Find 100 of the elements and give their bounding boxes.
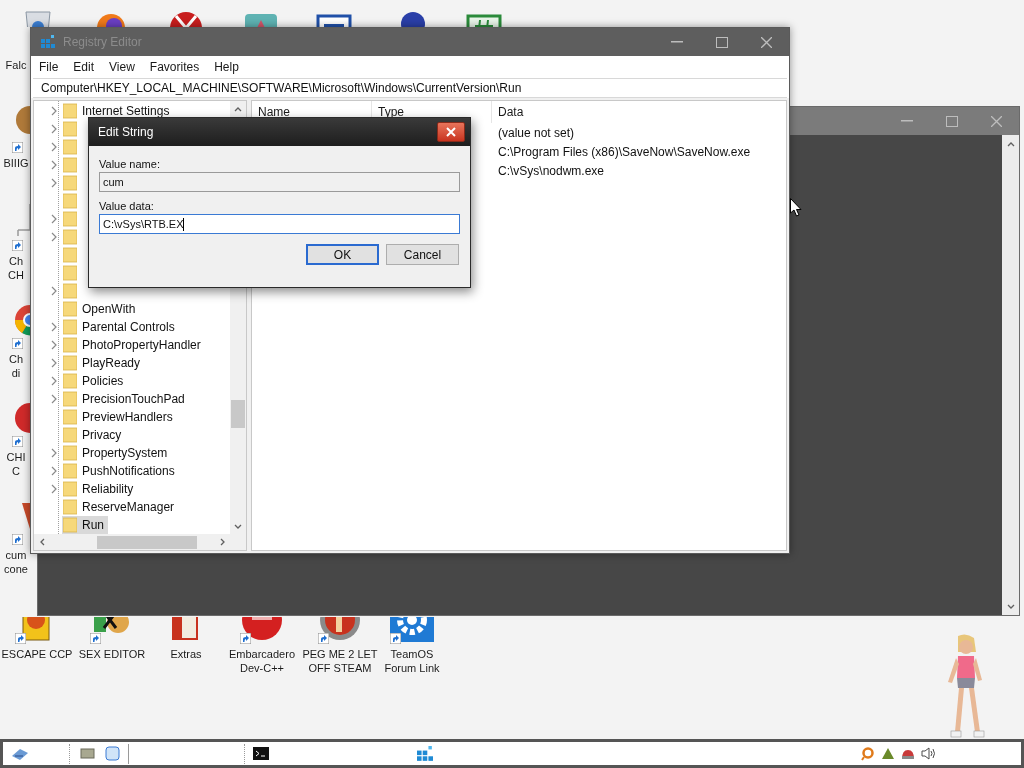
field-label: Value data: bbox=[99, 199, 155, 214]
expand-arrow-icon[interactable] bbox=[50, 394, 58, 404]
icon-label: PEG ME 2 LET OFF STEAM bbox=[302, 647, 378, 675]
expand-arrow-icon[interactable] bbox=[50, 448, 58, 458]
tree-item[interactable]: Policies bbox=[62, 372, 128, 390]
tree-item[interactable]: Run bbox=[62, 516, 108, 534]
table-cell-text: C:\vSys\nodwm.exe bbox=[498, 162, 605, 180]
registry-icon bbox=[41, 35, 55, 49]
close-icon bbox=[991, 115, 1002, 127]
folder-icon bbox=[63, 229, 77, 245]
expand-arrow-icon[interactable] bbox=[50, 340, 58, 350]
icon-label: Embarcadero Dev-C++ bbox=[227, 647, 296, 675]
tree-item[interactable]: Internet Settings bbox=[62, 102, 174, 120]
expand-arrow-icon[interactable] bbox=[50, 178, 58, 188]
folder-icon bbox=[63, 283, 77, 299]
scrollbar-thumb[interactable] bbox=[231, 400, 245, 428]
text-field[interactable]: C:\vSys\RTB.EX bbox=[99, 214, 460, 234]
scrollbar[interactable] bbox=[1002, 135, 1019, 615]
menu-item[interactable]: File bbox=[39, 58, 59, 76]
icon-label: cum cone bbox=[3, 548, 29, 576]
tree-item[interactable]: PropertySystem bbox=[62, 444, 172, 462]
icon-label: ESCAPE CCP bbox=[0, 647, 74, 661]
maximize-icon bbox=[715, 36, 728, 48]
folder-icon bbox=[63, 499, 77, 515]
address-bar[interactable]: Computer\HKEY_LOCAL_MACHINE\SOFTWARE\Microsoft\Windows\CurrentVersion\Run bbox=[33, 78, 787, 98]
folder-icon bbox=[63, 121, 77, 137]
icon-label: CHI C bbox=[5, 450, 27, 478]
start-icon[interactable] bbox=[11, 746, 29, 761]
expand-arrow-icon[interactable] bbox=[50, 160, 58, 170]
icon-label: Extras bbox=[169, 647, 203, 661]
maximize-icon bbox=[945, 115, 958, 127]
dome-icon[interactable] bbox=[901, 747, 915, 760]
icon-label: BIIIG bbox=[2, 156, 30, 170]
close-icon bbox=[446, 127, 456, 137]
expand-arrow-icon[interactable] bbox=[50, 232, 58, 242]
folder-icon bbox=[63, 193, 77, 209]
console-icon[interactable] bbox=[253, 747, 269, 760]
scrollbar[interactable] bbox=[34, 534, 246, 550]
tree-item[interactable]: PlayReady bbox=[62, 354, 145, 372]
text-field[interactable]: cum bbox=[99, 172, 460, 192]
expand-arrow-icon[interactable] bbox=[50, 322, 58, 332]
dialog-button[interactable]: Cancel bbox=[386, 244, 459, 265]
warning-icon[interactable] bbox=[881, 747, 895, 760]
folder-icon bbox=[63, 355, 77, 371]
folder-icon bbox=[63, 427, 77, 443]
tree-item[interactable]: ReserveManager bbox=[62, 498, 179, 516]
registry-icon[interactable] bbox=[417, 745, 433, 762]
menu-item[interactable]: Help bbox=[214, 58, 239, 76]
tree-item[interactable]: PreviewHandlers bbox=[62, 408, 177, 426]
folder-icon bbox=[63, 481, 77, 497]
tree-item[interactable]: PushNotifications bbox=[62, 462, 179, 480]
expand-arrow-icon[interactable] bbox=[50, 484, 58, 494]
folder-icon bbox=[63, 247, 77, 263]
expand-arrow-icon[interactable] bbox=[50, 106, 58, 116]
speaker-icon[interactable] bbox=[921, 747, 936, 760]
folder-icon bbox=[63, 337, 77, 353]
expand-arrow-icon[interactable] bbox=[50, 376, 58, 386]
tree-item[interactable]: PrecisionTouchPad bbox=[62, 390, 189, 408]
icon-label: Ch CH bbox=[7, 254, 25, 282]
column-header[interactable]: Data bbox=[492, 101, 786, 123]
icon-label: Falc bbox=[4, 58, 28, 72]
icon-label: Ch di bbox=[7, 352, 25, 380]
dialog-title: Edit String bbox=[98, 124, 154, 141]
menu-item[interactable]: Favorites bbox=[149, 58, 200, 76]
folder-icon bbox=[63, 409, 77, 425]
close-button[interactable] bbox=[437, 122, 465, 142]
ring-icon[interactable] bbox=[861, 746, 875, 761]
tree-item[interactable]: Parental Controls bbox=[62, 318, 179, 336]
folder-icon bbox=[63, 445, 77, 461]
tree-item[interactable]: OpenWith bbox=[62, 300, 140, 318]
minimize-icon bbox=[670, 41, 683, 43]
folder-icon bbox=[63, 157, 77, 173]
dialog-button[interactable]: OK bbox=[306, 244, 379, 265]
menu-item[interactable]: Edit bbox=[73, 58, 95, 76]
tree-item[interactable]: Privacy bbox=[62, 426, 126, 444]
folder-icon bbox=[63, 103, 77, 119]
minimize-icon bbox=[900, 120, 913, 122]
expand-arrow-icon[interactable] bbox=[50, 142, 58, 152]
tree-item[interactable]: PhotoPropertyHandler bbox=[62, 336, 205, 354]
folder-icon bbox=[63, 175, 77, 191]
expand-arrow-icon[interactable] bbox=[50, 286, 58, 296]
table-cell-text: C:\Program Files (x86)\SaveNow\SaveNow.exe bbox=[498, 143, 751, 161]
folder-icon bbox=[63, 391, 77, 407]
icon-label: SEX EDITOR bbox=[77, 647, 147, 661]
table-cell-text: (value not set) bbox=[498, 124, 575, 142]
folder-icon bbox=[63, 211, 77, 227]
folder-icon bbox=[63, 301, 77, 317]
folder-icon bbox=[63, 373, 77, 389]
expand-arrow-icon[interactable] bbox=[50, 358, 58, 368]
expand-arrow-icon[interactable] bbox=[50, 124, 58, 134]
close-icon bbox=[761, 36, 772, 48]
field-label: Value name: bbox=[99, 157, 161, 172]
expand-arrow-icon[interactable] bbox=[50, 214, 58, 224]
folder-icon bbox=[63, 139, 77, 155]
expand-arrow-icon[interactable] bbox=[50, 466, 58, 476]
tree-item[interactable]: Reliability bbox=[62, 480, 138, 498]
folder-icon bbox=[63, 265, 77, 281]
menu-item[interactable]: View bbox=[109, 58, 135, 76]
scrollbar-thumb[interactable] bbox=[97, 535, 197, 549]
folder-icon bbox=[63, 517, 77, 533]
